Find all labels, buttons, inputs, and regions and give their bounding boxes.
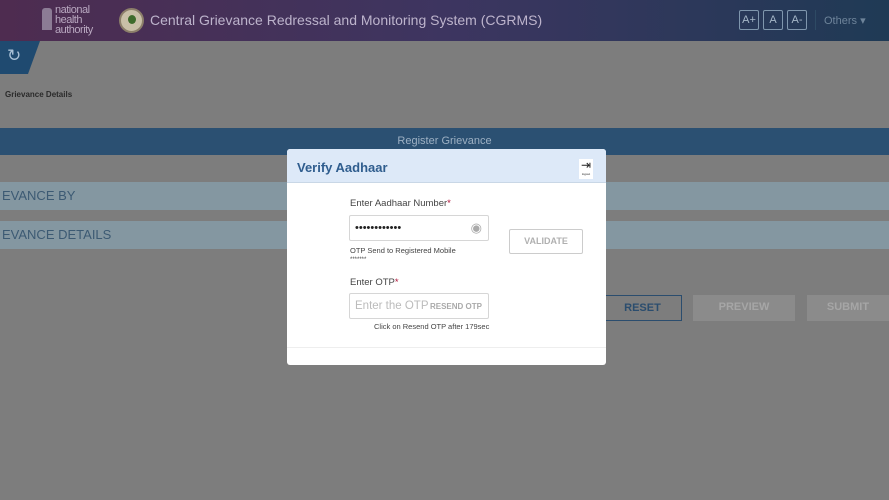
logout-icon: ⇥ [580,158,592,172]
logout-label: logout [581,172,591,176]
validate-button[interactable]: VALIDATE [509,229,583,254]
font-increase-button[interactable]: A+ [739,10,759,30]
resend-hint: Click on Resend OTP after 179sec [374,322,490,331]
submit-button[interactable]: SUBMIT [807,295,889,321]
divider [815,10,816,30]
others-dropdown[interactable]: Others ▾ [824,14,866,27]
aadhaar-label: Enter Aadhaar Number* [350,198,451,209]
otp-placeholder: Enter the OTP [355,300,429,312]
app-header: national health authority Central Grieva… [0,0,889,41]
verify-aadhaar-modal: Verify Aadhaar ⇥ logout Enter Aadhaar Num… [287,149,606,365]
preview-button[interactable]: PREVIEW [693,295,795,321]
modal-title: Verify Aadhaar [297,160,388,175]
cgrms-seal-icon [119,8,144,33]
font-decrease-button[interactable]: A- [787,10,807,30]
modal-header: Verify Aadhaar ⇥ logout [287,149,606,183]
otp-label: Enter OTP* [350,277,399,288]
font-normal-button[interactable]: A [763,10,783,30]
logo-text: authority [55,24,93,36]
section-label: Grievance Details [5,90,73,99]
otp-sent-text: OTP Send to Registered Mobile [350,246,456,255]
aadhaar-value: •••••••••••• [355,222,402,234]
nha-logo[interactable]: national health authority [40,5,93,36]
app-title: Central Grievance Redressal and Monitori… [150,12,543,28]
resend-otp-button[interactable]: RESEND OTP [430,302,482,311]
eye-icon[interactable]: ◉ [471,220,482,236]
aadhaar-input[interactable]: •••••••••••• ◉ [349,215,489,241]
refresh-button[interactable]: ↻ [0,41,40,74]
masked-mobile: ******* [350,257,367,263]
otp-input[interactable]: Enter the OTP RESEND OTP [349,293,489,319]
reset-button[interactable]: RESET [603,295,682,321]
refresh-icon: ↻ [7,46,22,65]
logout-button[interactable]: ⇥ logout [579,159,593,179]
modal-footer-divider [287,347,606,348]
